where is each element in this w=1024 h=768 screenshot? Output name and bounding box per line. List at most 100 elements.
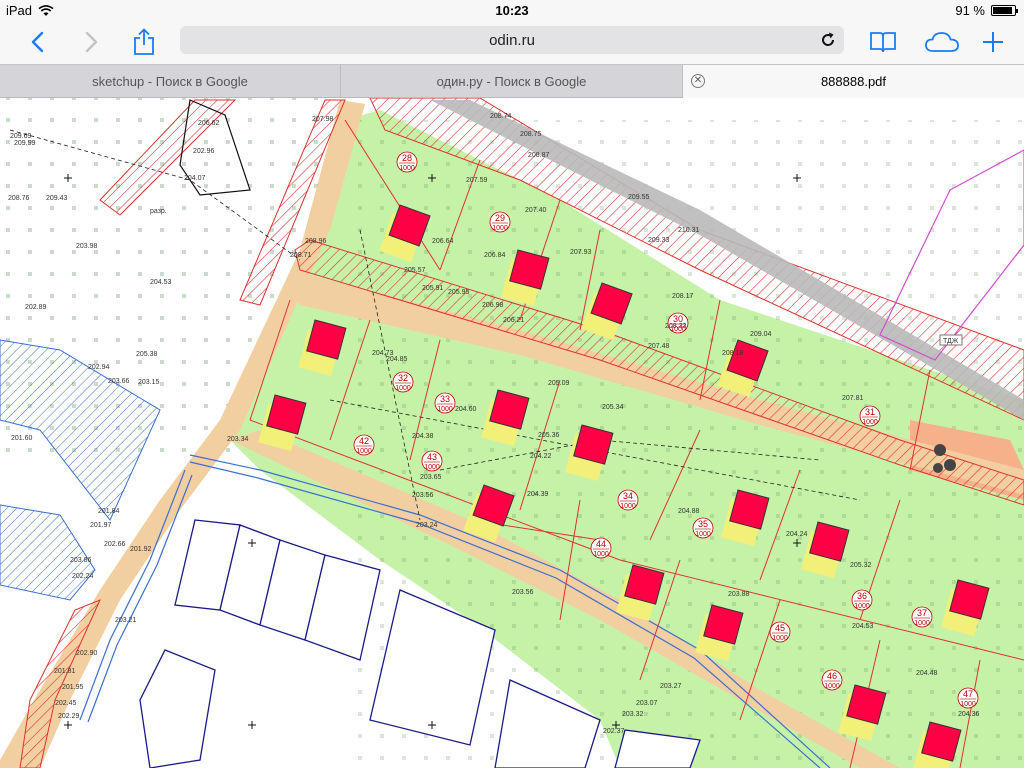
plot-area: 1000	[395, 385, 411, 392]
back-button[interactable]	[20, 25, 54, 59]
plot-badge-36: 36 1000	[851, 589, 873, 611]
plot-area: 1000	[399, 165, 415, 172]
elevation-label: 201.84	[98, 508, 120, 515]
elevation-label: 203.56	[412, 492, 434, 499]
elevation-label: 203.66	[108, 378, 130, 385]
plot-badge-43: 43 1000	[421, 450, 443, 472]
plot-badge-29: 29 1000	[489, 211, 511, 233]
elevation-label: 203.27	[660, 683, 682, 690]
plot-area: 1000	[492, 225, 508, 232]
elevation-label: 207.40	[525, 207, 547, 214]
plot-number: 37	[917, 608, 927, 618]
elevation-label: 209.99	[14, 140, 36, 147]
plot-number: 45	[775, 623, 785, 633]
elevation-label: 205.36	[538, 432, 560, 439]
elevation-label: 207.93	[570, 249, 592, 256]
elevation-label: 201.92	[130, 546, 152, 553]
close-tab-icon[interactable]: ✕	[691, 74, 705, 88]
plot-area: 1000	[772, 635, 788, 642]
elevation-label: 205.09	[548, 380, 570, 387]
plus-icon	[983, 32, 1003, 52]
elevation-label: 201.97	[90, 522, 112, 529]
elevation-label: 204.60	[455, 406, 477, 413]
plot-number: 32	[398, 373, 408, 383]
elevation-label: 203.07	[636, 700, 658, 707]
elevation-label: 202.66	[104, 541, 126, 548]
new-tab-button[interactable]	[976, 25, 1010, 59]
plot-badge-35: 35 1000	[692, 517, 714, 539]
elevation-label: 204.36	[958, 711, 980, 718]
elevation-label: 209.43	[46, 195, 68, 202]
plot-badge-46: 46 1000	[821, 669, 843, 691]
tab-pdf[interactable]: ✕ 888888.pdf	[683, 65, 1024, 98]
elevation-label: 203.32	[622, 711, 644, 718]
bookmarks-button[interactable]	[866, 25, 900, 59]
elevation-label: 205.91	[422, 285, 444, 292]
elevation-label: 204.88	[678, 508, 700, 515]
plot-number: 42	[359, 436, 369, 446]
reload-icon[interactable]	[818, 30, 838, 50]
elevation-label: 203.34	[227, 436, 249, 443]
plot-badge-28: 28 1000	[396, 151, 418, 173]
elevation-label: 210.31	[678, 227, 700, 234]
tab-odin[interactable]: один.ру - Поиск в Google	[341, 65, 683, 98]
share-button[interactable]	[127, 25, 161, 59]
tab-bar: sketchup - Поиск в Google один.ру - Поис…	[0, 64, 1024, 98]
share-icon	[134, 28, 154, 55]
hatched-zone	[19, 599, 101, 768]
elevation-label: 208.71	[290, 252, 312, 259]
plot-badge-32: 32 1000	[392, 371, 414, 393]
plot-badge-45: 45 1000	[769, 621, 791, 643]
tab-label: один.ру - Поиск в Google	[436, 74, 587, 89]
book-icon	[870, 32, 896, 53]
clock: 10:23	[495, 3, 529, 18]
elevation-label: 206.62	[198, 120, 220, 127]
forward-button[interactable]	[75, 25, 109, 59]
elevation-label: 204.24	[786, 531, 808, 538]
plot-number: 33	[440, 394, 450, 404]
battery-icon	[991, 5, 1018, 16]
elevation-label: 202.29	[58, 713, 80, 720]
cloud-icon	[925, 32, 959, 52]
plot-number: 29	[495, 213, 505, 223]
elevation-label: 205.57	[404, 267, 426, 274]
elevation-label: 204.38	[412, 433, 434, 440]
elevation-label: 205.32	[850, 562, 872, 569]
plot-number: 31	[865, 407, 875, 417]
tab-sketchup[interactable]: sketchup - Поиск в Google	[0, 65, 341, 98]
elevation-label: 204.39	[527, 491, 549, 498]
elevation-label: 203.88	[728, 591, 750, 598]
plot-badge-44: 44 1000	[590, 537, 612, 559]
elevation-label: 204.53	[150, 279, 172, 286]
pdf-document[interactable]: ıı ıı	[0, 98, 1024, 768]
elevation-label: 202.94	[88, 364, 110, 371]
plot-badge-47: 47 1000	[957, 687, 979, 709]
browser-toolbar: odin.ru	[0, 20, 1024, 64]
plot-area: 1000	[356, 448, 372, 455]
elevation-label: 203.65	[420, 474, 442, 481]
water-protection-zone	[0, 504, 96, 601]
map-tag: ТДЖ	[943, 338, 959, 345]
elevation-label: 201.95	[62, 684, 84, 691]
elevation-label: 208.18	[722, 350, 744, 357]
elevation-label: 209.33	[648, 237, 670, 244]
elevation-label: 206.21	[503, 317, 525, 324]
elevation-label: 208.75	[520, 131, 542, 138]
elevation-label: 204.85	[386, 356, 408, 363]
plot-area: 1000	[695, 531, 711, 538]
plot-number: 36	[857, 591, 867, 601]
plot-number: 34	[623, 491, 633, 501]
url-text: odin.ru	[489, 31, 535, 49]
elevation-label: 209.04	[750, 331, 772, 338]
icloud-tabs-button[interactable]	[922, 25, 962, 59]
plot-area: 1000	[854, 603, 870, 610]
elevation-label: 202.96	[193, 148, 215, 155]
elevation-label: 209.55	[628, 194, 650, 201]
address-bar[interactable]: odin.ru	[180, 26, 844, 54]
plot-badge-42: 42 1000	[353, 434, 375, 456]
plot-number: 43	[427, 452, 437, 462]
chevron-right-icon	[85, 31, 98, 53]
tab-label: sketchup - Поиск в Google	[92, 74, 248, 89]
elevation-label: 203.98	[76, 243, 98, 250]
elevation-label: 202.24	[72, 573, 94, 580]
